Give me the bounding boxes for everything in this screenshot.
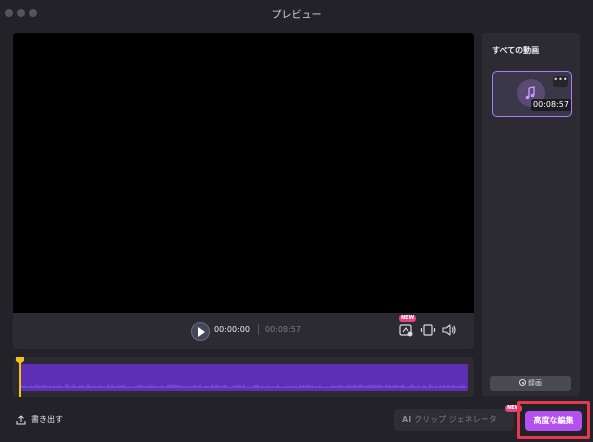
video-canvas[interactable] [13, 33, 474, 313]
title-bar: プレビュー [0, 0, 593, 26]
export-button[interactable]: 書き出す [16, 414, 63, 425]
export-label: 書き出す [31, 415, 63, 424]
ai-clip-prefix: AI [402, 415, 412, 424]
timeline[interactable] [13, 357, 474, 397]
more-options-button[interactable]: ••• [553, 76, 568, 87]
play-button[interactable] [191, 322, 210, 341]
volume-icon[interactable] [441, 322, 457, 338]
duration-badge: 00:08:57 [531, 99, 571, 111]
audio-track[interactable] [21, 364, 468, 391]
media-item[interactable]: ••• 00:08:57 [492, 71, 572, 117]
record-button[interactable]: 録画 [490, 376, 571, 391]
preview-player: 00:00:00 00:08:57 NEW [13, 33, 474, 349]
crop-icon[interactable] [420, 322, 436, 338]
media-sidebar: すべての動画 ••• 00:08:57 録画 [482, 33, 580, 396]
total-time: 00:08:57 [265, 325, 301, 334]
record-icon [519, 379, 526, 386]
advanced-edit-button[interactable]: 高度な編集 [525, 411, 582, 431]
window-title: プレビュー [271, 10, 322, 21]
ai-edit-icon[interactable] [398, 322, 414, 338]
time-separator [258, 324, 259, 335]
record-label: 録画 [528, 379, 542, 387]
player-controls: 00:00:00 00:08:57 NEW [13, 313, 474, 349]
waveform-path [21, 384, 467, 388]
new-badge: NEW [399, 315, 417, 322]
playhead[interactable] [19, 362, 21, 397]
ai-clip-generator-button[interactable]: AI クリップ ジェネレータ [394, 409, 514, 431]
ai-clip-label: クリップ ジェネレータ [414, 415, 497, 424]
sidebar-title: すべての動画 [492, 46, 540, 55]
playhead-handle[interactable] [16, 357, 24, 364]
audio-waveform [21, 384, 467, 388]
export-icon [16, 414, 26, 424]
current-time: 00:00:00 [214, 325, 250, 334]
